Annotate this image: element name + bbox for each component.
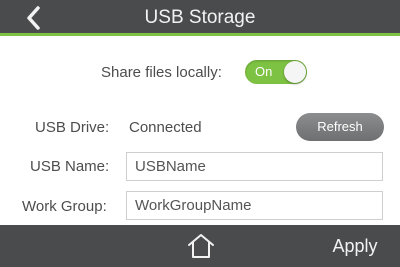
share-files-label: Share files locally:: [101, 64, 222, 81]
apply-button[interactable]: Apply: [320, 225, 390, 267]
refresh-button[interactable]: Refresh: [296, 113, 384, 141]
home-button[interactable]: [186, 232, 216, 260]
page-title: USB Storage: [144, 7, 256, 28]
usb-name-input[interactable]: [126, 152, 383, 181]
work-group-label: Work Group:: [22, 198, 107, 215]
toggle-knob: [284, 61, 306, 83]
usb-drive-status: Connected: [129, 119, 202, 136]
work-group-input[interactable]: [126, 191, 383, 220]
home-icon: [188, 234, 214, 258]
toggle-state-label: On: [255, 64, 273, 79]
share-files-toggle[interactable]: On: [245, 60, 307, 84]
usb-name-label: USB Name:: [30, 158, 110, 175]
footer-bar: Apply: [0, 225, 400, 267]
settings-panel: Share files locally: On USB Drive: Conne…: [0, 39, 400, 225]
header-bar: USB Storage: [0, 0, 400, 36]
usb-drive-label: USB Drive:: [35, 119, 110, 136]
